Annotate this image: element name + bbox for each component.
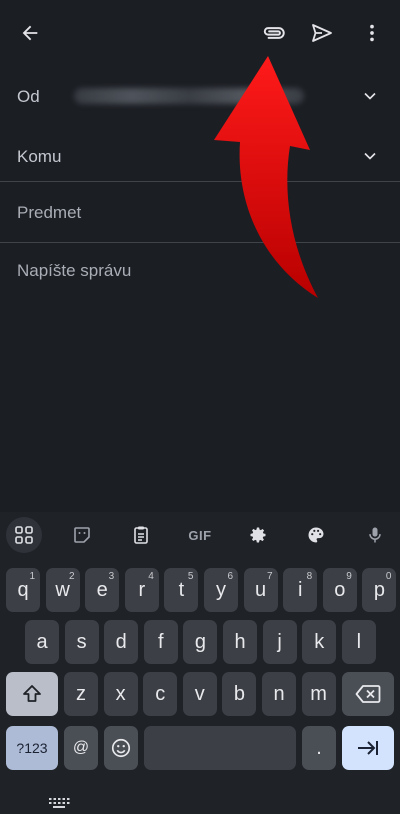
gif-button[interactable]: GIF [182,517,218,553]
more-vert-icon [370,24,374,42]
key-hint-number: 9 [346,571,352,582]
chevron-down-icon [364,92,376,100]
message-body-field[interactable]: Napíšte správu [0,243,400,511]
symbols-key[interactable]: ?123 [6,726,58,770]
keyboard-apps-button[interactable] [6,517,42,553]
enter-key[interactable] [342,726,394,770]
on-screen-keyboard: GIF q1w2e3r4t5y6u7i8o9p0 asdfghjkl z x c… [0,512,400,814]
clipboard-button[interactable] [123,517,159,553]
to-label: Komu [17,147,62,166]
subject-field[interactable]: Predmet [0,182,400,242]
from-expand-button[interactable] [360,86,380,111]
attach-button[interactable] [254,13,294,53]
key-l[interactable]: l [341,620,376,664]
period-key[interactable]: . [302,726,336,770]
at-key[interactable]: @ [64,726,98,770]
top-app-bar [0,0,400,66]
key-p[interactable]: p0 [362,568,397,612]
shift-key[interactable] [6,672,58,716]
key-v[interactable]: v [182,672,217,716]
shift-icon [23,685,41,702]
keyboard-switch-icon[interactable] [48,797,70,809]
keyboard-settings-button[interactable] [240,517,276,553]
send-icon [312,24,332,42]
key-label: e [96,578,108,601]
backspace-icon [355,685,381,703]
key-hint-number: 1 [29,571,35,582]
key-x[interactable]: x [103,672,138,716]
key-f[interactable]: f [143,620,178,664]
key-label: t [178,578,185,601]
key-z[interactable]: z [64,672,98,716]
to-field[interactable]: Komu [0,126,400,182]
space-key[interactable] [144,726,296,770]
to-expand-button[interactable] [360,146,380,171]
mic-icon [369,527,381,543]
key-s[interactable]: s [64,620,99,664]
key-i[interactable]: i8 [283,568,318,612]
sticker-button[interactable] [64,517,100,553]
send-button[interactable] [302,13,342,53]
key-n[interactable]: n [262,672,296,716]
key-hint-number: 7 [267,571,273,582]
from-label: Od [17,87,40,106]
voice-input-button[interactable] [357,517,393,553]
tab-next-icon [358,741,378,755]
clipboard-icon [134,526,148,544]
key-m[interactable]: m [301,672,336,716]
key-hint-number: 6 [227,571,233,582]
key-hint-number: 2 [69,571,75,582]
key-k[interactable]: k [302,620,337,664]
arrow-left-icon [22,25,38,41]
key-hint-number: 5 [187,571,194,582]
grid-icon [15,526,33,544]
key-q[interactable]: q1 [6,568,40,612]
key-d[interactable]: d [104,620,139,664]
theme-button[interactable] [298,517,334,553]
body-placeholder: Napíšte správu [17,261,132,280]
key-label: y [216,578,226,601]
key-hint-number: 4 [148,571,154,582]
sticker-icon [74,527,90,543]
palette-icon [308,527,324,543]
key-h[interactable]: h [223,620,257,664]
key-w[interactable]: w2 [45,568,80,612]
more-options-button[interactable] [352,13,392,53]
key-label: i [297,578,303,601]
key-e[interactable]: e3 [85,568,120,612]
key-g[interactable]: g [183,620,218,664]
key-c[interactable]: c [143,672,178,716]
paperclip-icon [263,27,285,39]
key-r[interactable]: r4 [124,568,159,612]
key-label: u [255,578,267,601]
key-label: o [334,578,346,601]
from-address-redacted [74,88,304,104]
key-t[interactable]: t5 [164,568,199,612]
back-button[interactable] [10,13,50,53]
emoji-key[interactable] [104,726,138,770]
backspace-key[interactable] [342,672,394,716]
gear-icon [250,527,266,543]
gif-label: GIF [188,527,212,543]
key-label: p [373,578,385,601]
key-label: q [17,578,29,601]
key-y[interactable]: y6 [204,568,238,612]
chevron-down-icon [364,152,376,160]
key-label: r [138,578,146,601]
key-label: w [55,578,70,601]
key-o[interactable]: o9 [322,568,357,612]
keyboard-toolbar: GIF [0,512,400,560]
emoji-icon [111,738,131,758]
subject-placeholder: Predmet [17,203,82,222]
key-b[interactable]: b [222,672,257,716]
key-hint-number: 3 [108,571,115,582]
key-hint-number: 0 [385,571,392,582]
key-u[interactable]: u7 [243,568,278,612]
key-hint-number: 8 [306,571,313,582]
key-a[interactable]: a [25,620,59,664]
key-j[interactable]: j [262,620,297,664]
